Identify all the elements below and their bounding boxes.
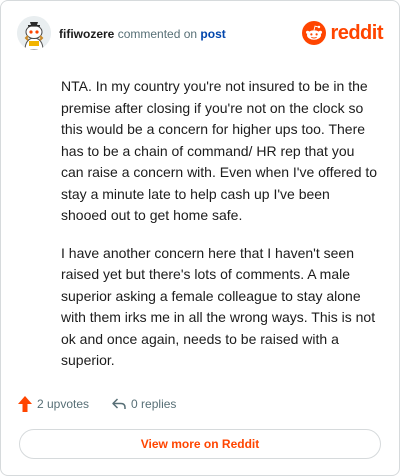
comment-body: NTA. In my country you're not insured to… bbox=[61, 76, 379, 388]
comment-paragraph-2: I have another concern here that I haven… bbox=[61, 244, 376, 369]
reddit-logo[interactable]: reddit bbox=[302, 20, 383, 46]
reply-count: 0 replies bbox=[131, 397, 177, 411]
embedded-comment-card: fifiwozere commented on post reddit NTA.… bbox=[0, 0, 400, 476]
upvote-arrow-icon bbox=[18, 396, 32, 412]
reddit-logo-icon bbox=[302, 21, 327, 45]
username-link[interactable]: fifiwozere bbox=[59, 27, 114, 41]
comment-actions: 2 upvotes 0 replies bbox=[17, 393, 198, 415]
reddit-wordmark: reddit bbox=[330, 21, 383, 44]
comment-header: fifiwozere commented on post reddit bbox=[17, 16, 383, 52]
upvote-count: 2 upvotes bbox=[37, 397, 90, 411]
snoo-avatar-icon[interactable] bbox=[17, 16, 51, 50]
reply-button[interactable]: 0 replies bbox=[111, 396, 176, 412]
view-more-button[interactable]: View more on Reddit bbox=[19, 429, 381, 459]
upvote-button[interactable]: 2 upvotes bbox=[17, 395, 89, 413]
post-link[interactable]: post bbox=[200, 27, 225, 41]
action-text: commented on bbox=[117, 27, 198, 41]
comment-paragraph-1: NTA. In my country you're not insured to… bbox=[61, 78, 378, 223]
reply-arrow-icon bbox=[112, 398, 126, 409]
comment-meta: fifiwozere commented on post bbox=[59, 27, 226, 41]
